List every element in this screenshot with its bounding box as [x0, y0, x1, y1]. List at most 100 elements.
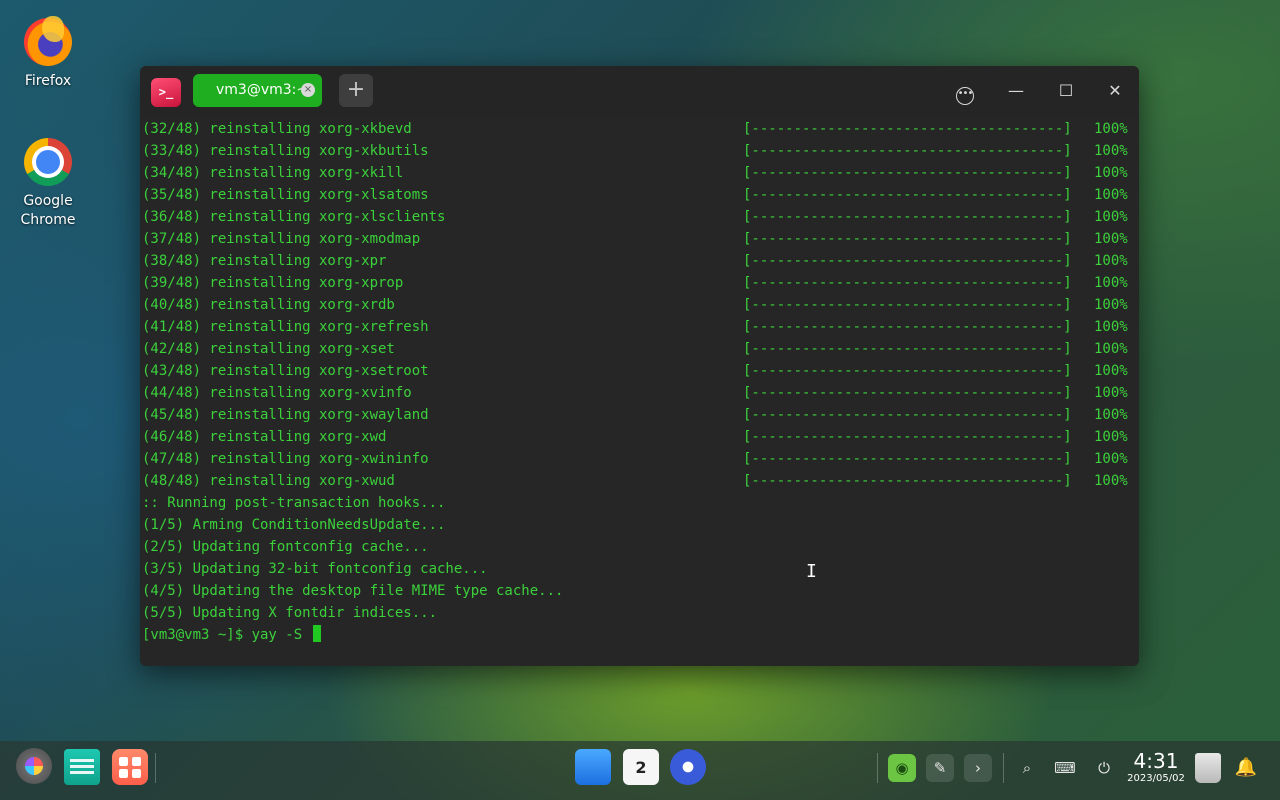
progress-percent: 100% [1094, 341, 1128, 357]
progress-percent: 100% [1094, 143, 1128, 159]
step-text: (36/48) reinstalling xorg-xlsclients [142, 209, 446, 225]
more-options-button[interactable]: ••• [954, 80, 976, 105]
launcher-icon[interactable] [16, 748, 52, 784]
progress-bar: [-------------------------------------] [743, 209, 1072, 225]
firefox-icon [24, 16, 72, 66]
progress-bar: [-------------------------------------] [743, 275, 1072, 291]
progress-percent: 100% [1094, 121, 1128, 137]
terminal-app-icon[interactable]: >_ [151, 78, 181, 107]
mouse-ibeam-cursor: I [806, 561, 817, 582]
dock-separator [155, 753, 156, 783]
step-text: (45/48) reinstalling xorg-xwayland [142, 407, 429, 423]
hook-line: (4/5) Updating the desktop file MIME typ… [142, 583, 564, 599]
progress-percent: 100% [1094, 253, 1128, 269]
power-icon[interactable]: ⏻ [1090, 754, 1118, 782]
progress-percent: 100% [1094, 319, 1128, 335]
expand-arrow-icon[interactable]: › [964, 754, 992, 782]
progress-bar: [-------------------------------------] [743, 473, 1072, 489]
progress-percent: 100% [1094, 451, 1128, 467]
app-installer-icon[interactable] [575, 749, 611, 785]
minimize-button[interactable]: — [1005, 80, 1027, 102]
step-text: (32/48) reinstalling xorg-xkbevd [142, 121, 412, 137]
step-text: (43/48) reinstalling xorg-xsetroot [142, 363, 429, 379]
progress-bar: [-------------------------------------] [743, 429, 1072, 445]
step-text: (34/48) reinstalling xorg-xkill [142, 165, 404, 181]
progress-percent: 100% [1094, 429, 1128, 445]
progress-percent: 100% [1094, 385, 1128, 401]
tab-label: vm3@vm3:~ [216, 82, 309, 98]
dock-separator [1003, 753, 1004, 783]
step-text: (44/48) reinstalling xorg-xvinfo [142, 385, 412, 401]
progress-bar: [-------------------------------------] [743, 319, 1072, 335]
prompt-line[interactable]: [vm3@vm3 ~]$ yay -S [140, 624, 1139, 646]
calendar-icon[interactable]: 2 [623, 749, 659, 785]
progress-bar: [-------------------------------------] [743, 451, 1072, 467]
step-text: (47/48) reinstalling xorg-xwininfo [142, 451, 429, 467]
progress-row: (42/48) reinstalling xorg-xset [---------… [140, 338, 1139, 360]
progress-percent: 100% [1094, 231, 1128, 247]
tab-terminal[interactable]: vm3@vm3:~ × [193, 74, 322, 107]
trash-icon[interactable] [1195, 753, 1221, 783]
hook-line: :: Running post-transaction hooks... [142, 495, 446, 511]
keyboard-icon[interactable]: ⌨ [1051, 754, 1079, 782]
chrome-icon [24, 138, 72, 186]
progress-row: (40/48) reinstalling xorg-xrdb [---------… [140, 294, 1139, 316]
progress-row: (47/48) reinstalling xorg-xwininfo [-----… [140, 448, 1139, 470]
progress-row: (34/48) reinstalling xorg-xkill [--------… [140, 162, 1139, 184]
progress-row: (39/48) reinstalling xorg-xprop [--------… [140, 272, 1139, 294]
progress-bar: [-------------------------------------] [743, 187, 1072, 203]
progress-row: (37/48) reinstalling xorg-xmodmap [------… [140, 228, 1139, 250]
step-text: (35/48) reinstalling xorg-xlsatoms [142, 187, 429, 203]
desktop-icon-label: Firefox [24, 73, 72, 89]
progress-bar: [-------------------------------------] [743, 407, 1072, 423]
dock-separator [877, 753, 878, 783]
shell-prompt: [vm3@vm3 ~]$ yay -S [142, 627, 311, 643]
desktop-icon-chrome[interactable]: Google Chrome [3, 138, 93, 230]
step-text: (37/48) reinstalling xorg-xmodmap [142, 231, 421, 247]
progress-percent: 100% [1094, 275, 1128, 291]
progress-row: (35/48) reinstalling xorg-xlsatoms [-----… [140, 184, 1139, 206]
bell-icon[interactable]: 🔔 [1232, 754, 1260, 782]
progress-percent: 100% [1094, 473, 1128, 489]
progress-row: (32/48) reinstalling xorg-xkbevd [-------… [140, 118, 1139, 140]
maximize-button[interactable]: ☐ [1055, 80, 1077, 102]
progress-percent: 100% [1094, 407, 1128, 423]
progress-percent: 100% [1094, 363, 1128, 379]
file-manager-icon[interactable] [64, 749, 100, 785]
terminal-output[interactable]: (32/48) reinstalling xorg-xkbevd [-------… [140, 118, 1139, 666]
step-text: (42/48) reinstalling xorg-xset [142, 341, 395, 357]
progress-percent: 100% [1094, 165, 1128, 181]
titlebar: >_ vm3@vm3:~ × + ••• — ☐ ✕ [140, 66, 1139, 118]
clock[interactable]: 4:31 2023/05/02 [1126, 749, 1186, 785]
progress-row: (38/48) reinstalling xorg-xpr [----------… [140, 250, 1139, 272]
more-icon: ••• [956, 87, 974, 105]
desktop-icon-label: Google Chrome [20, 193, 76, 228]
hook-line: (3/5) Updating 32-bit fontconfig cache..… [142, 561, 488, 577]
progress-row: (36/48) reinstalling xorg-xlsclients [---… [140, 206, 1139, 228]
progress-bar: [-------------------------------------] [743, 143, 1072, 159]
progress-percent: 100% [1094, 209, 1128, 225]
text-cursor [312, 625, 321, 642]
step-text: (46/48) reinstalling xorg-xwd [142, 429, 387, 445]
clock-date: 2023/05/02 [1127, 773, 1185, 784]
terminal-window: >_ vm3@vm3:~ × + ••• — ☐ ✕ (32/48) reins… [140, 66, 1139, 666]
progress-bar: [-------------------------------------] [743, 231, 1072, 247]
close-window-button[interactable]: ✕ [1104, 80, 1126, 102]
app-store-icon[interactable] [112, 749, 148, 785]
progress-row: (45/48) reinstalling xorg-xwayland [-----… [140, 404, 1139, 426]
step-text: (39/48) reinstalling xorg-xprop [142, 275, 404, 291]
new-tab-button[interactable]: + [339, 74, 373, 107]
progress-percent: 100% [1094, 187, 1128, 203]
pen-icon[interactable]: ✎ [926, 754, 954, 782]
desktop-icon-firefox[interactable]: Firefox [3, 16, 93, 91]
step-text: (48/48) reinstalling xorg-xwud [142, 473, 395, 489]
search-icon[interactable]: ⌕ [1013, 754, 1041, 782]
settings-icon[interactable] [670, 749, 706, 785]
green-tray-icon[interactable]: ◉ [888, 754, 916, 782]
progress-bar: [-------------------------------------] [743, 121, 1072, 137]
progress-row: (44/48) reinstalling xorg-xvinfo [-------… [140, 382, 1139, 404]
progress-row: (43/48) reinstalling xorg-xsetroot [-----… [140, 360, 1139, 382]
progress-bar: [-------------------------------------] [743, 253, 1072, 269]
close-tab-icon[interactable]: × [301, 83, 315, 97]
step-text: (33/48) reinstalling xorg-xkbutils [142, 143, 429, 159]
